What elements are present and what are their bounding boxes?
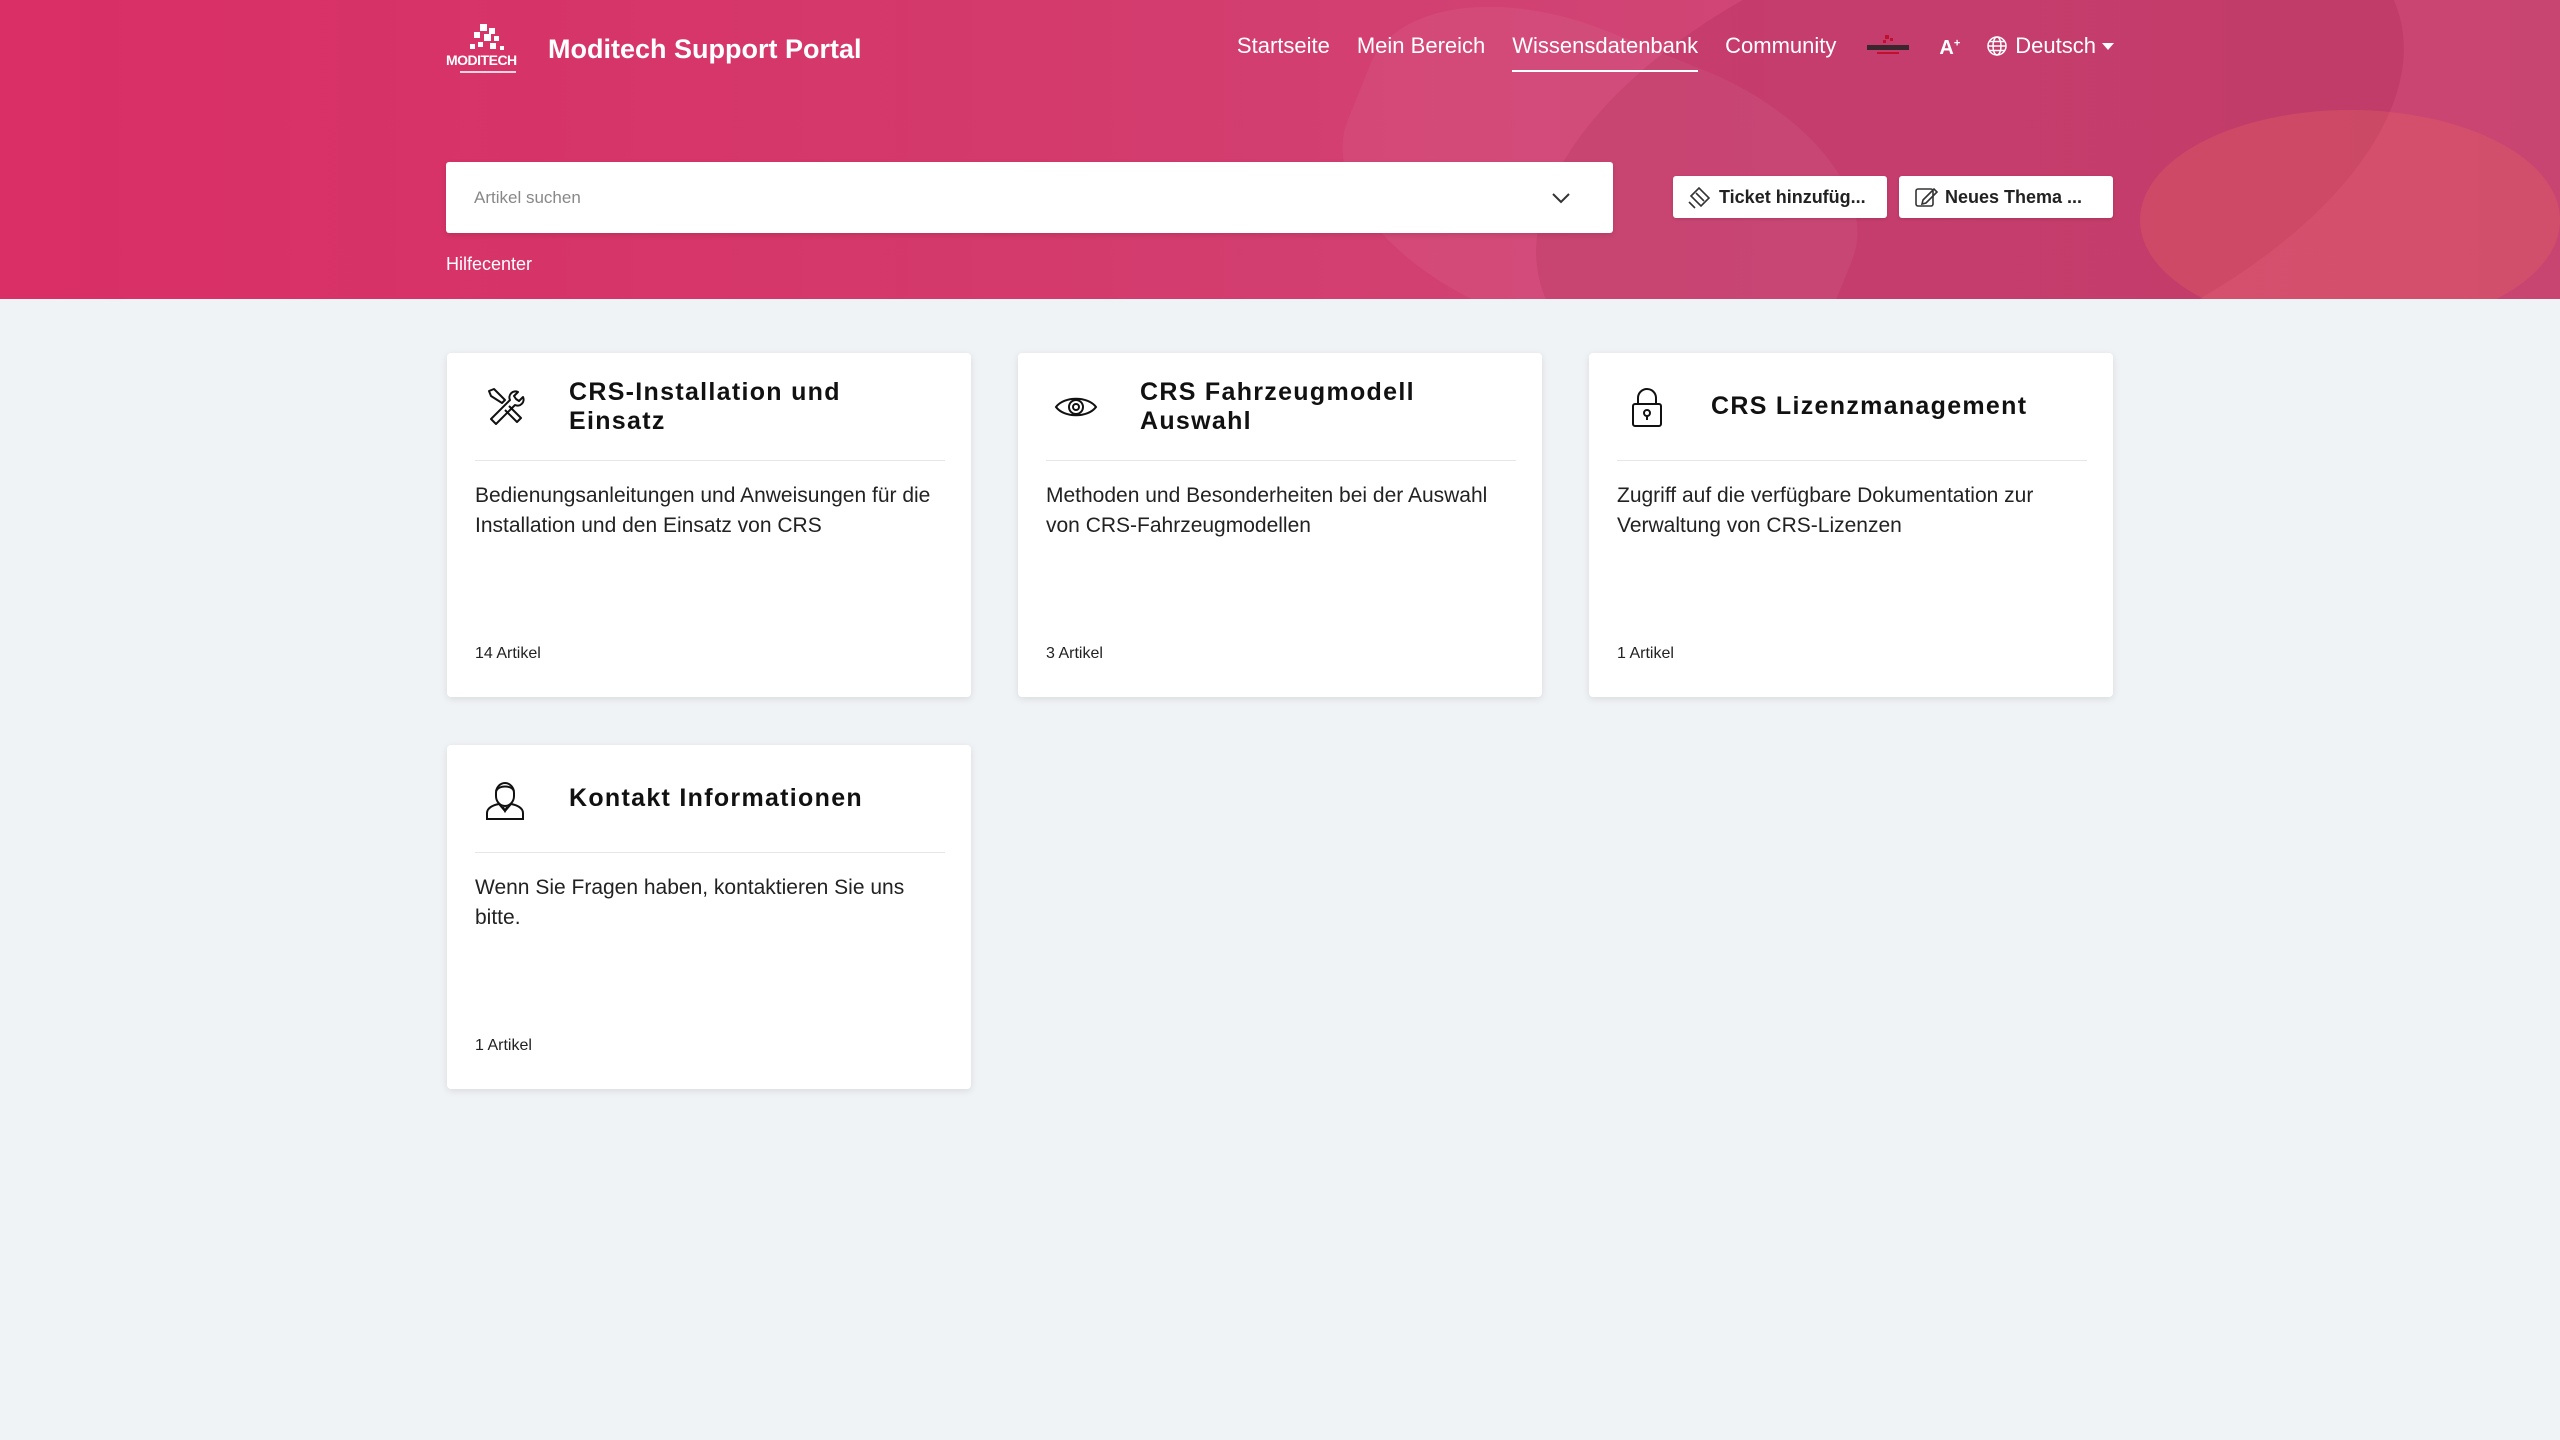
language-selector[interactable]: Deutsch xyxy=(1986,33,2114,59)
article-count: 3 Artikel xyxy=(1046,645,1103,662)
mini-logo-icon xyxy=(1867,35,1910,54)
article-count: 1 Artikel xyxy=(475,1037,532,1054)
add-ticket-label: Ticket hinzufüg... xyxy=(1719,186,1866,207)
card-title: CRS-Installation und Einsatz xyxy=(569,377,841,435)
nav-startseite[interactable]: Startseite xyxy=(1237,33,1330,59)
card-title: CRS Lizenzmanagement xyxy=(1711,392,2028,420)
moditech-logo-icon: MODITECH xyxy=(446,24,518,73)
language-label: Deutsch xyxy=(2015,33,2096,58)
eye-icon xyxy=(1054,397,1098,416)
article-count: 14 Artikel xyxy=(475,645,541,662)
moditech-logo[interactable]: MODITECH xyxy=(446,22,530,78)
card-description: Wenn Sie Fragen haben, kontaktieren Sie … xyxy=(475,876,905,929)
person-icon xyxy=(486,781,524,820)
new-topic-label: Neues Thema ... xyxy=(1945,186,2083,207)
card-header: Kontakt Informationen xyxy=(475,745,945,853)
font-size-icon[interactable]: A+ xyxy=(1939,37,1960,60)
ticket-icon xyxy=(1688,186,1711,209)
card-header: CRS Fahrzeugmodell Auswahl xyxy=(1046,353,1516,461)
svg-text:MODITECH: MODITECH xyxy=(446,52,517,68)
main-nav: Startseite Mein Bereich Wissensdatenbank… xyxy=(1210,33,2114,72)
globe-icon xyxy=(1987,36,2008,56)
breadcrumb[interactable]: Hilfecenter xyxy=(446,254,532,275)
new-topic-button[interactable]: Neues Thema ... xyxy=(1899,176,2113,218)
nav-wissensdatenbank[interactable]: Wissensdatenbank xyxy=(1512,33,1698,72)
search-box xyxy=(446,162,1613,233)
category-card[interactable]: CRS Fahrzeugmodell Auswahl Methoden und … xyxy=(1018,353,1542,697)
category-card[interactable]: Kontakt Informationen Wenn Sie Fragen ha… xyxy=(447,745,971,1089)
card-title: CRS Fahrzeugmodell Auswahl xyxy=(1140,377,1415,435)
card-description: Zugriff auf die verfügbare Dokumentation… xyxy=(1617,484,2034,537)
chevron-down-icon xyxy=(2102,42,2114,50)
nav-community[interactable]: Community xyxy=(1725,33,1836,59)
category-card[interactable]: CRS Lizenzmanagement Zugriff auf die ver… xyxy=(1589,353,2113,697)
category-card[interactable]: CRS-Installation und Einsatz Bedienungsa… xyxy=(447,353,971,697)
chevron-down-icon[interactable] xyxy=(1549,186,1573,210)
user-avatar-logo[interactable] xyxy=(1863,34,1913,58)
card-header: CRS Lizenzmanagement xyxy=(1617,353,2087,461)
nav-mein-bereich[interactable]: Mein Bereich xyxy=(1357,33,1485,59)
card-description: Methoden und Besonderheiten bei der Ausw… xyxy=(1046,484,1488,537)
article-count: 1 Artikel xyxy=(1617,645,1674,662)
edit-icon xyxy=(1915,187,1939,207)
card-description: Bedienungsanleitungen und Anweisungen fü… xyxy=(475,484,931,537)
card-header: CRS-Installation und Einsatz xyxy=(475,353,945,461)
site-title[interactable]: Moditech Support Portal xyxy=(548,34,862,65)
card-title: Kontakt Informationen xyxy=(569,784,863,812)
search-input[interactable] xyxy=(446,162,1526,233)
header-banner: MODITECH Moditech Support Portal Startse… xyxy=(0,0,2560,299)
add-ticket-button[interactable]: Ticket hinzufüg... xyxy=(1673,176,1887,218)
tools-icon xyxy=(488,387,525,425)
lock-icon xyxy=(1632,387,1662,427)
